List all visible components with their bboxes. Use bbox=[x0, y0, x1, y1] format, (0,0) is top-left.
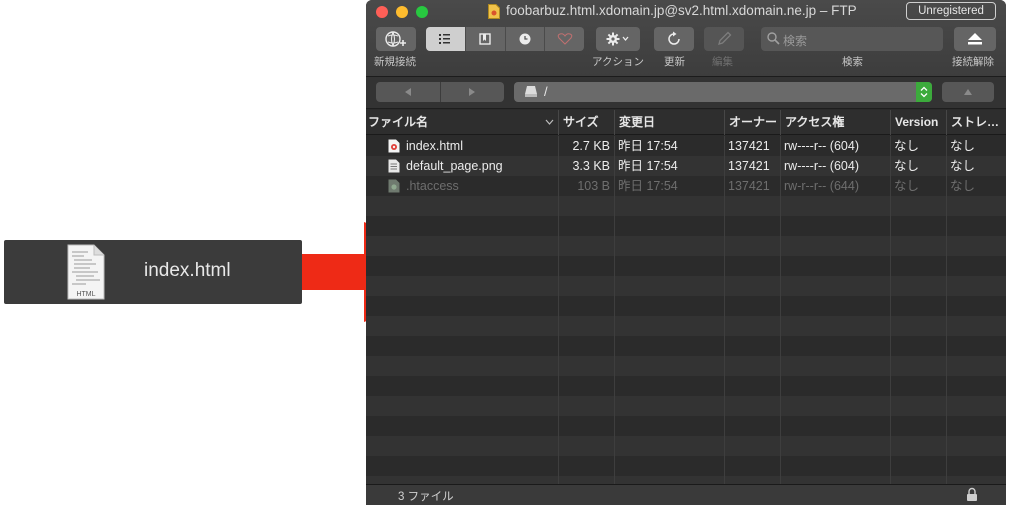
dragged-file[interactable]: HTML index.html bbox=[4, 240, 302, 304]
close-window-button[interactable] bbox=[376, 6, 388, 18]
zoom-window-button[interactable] bbox=[416, 6, 428, 18]
column-header-name-label: ファイル名 bbox=[368, 115, 429, 129]
pencil-icon bbox=[718, 31, 732, 45]
file-owner: 137421 bbox=[728, 159, 770, 173]
file-size: 103 B bbox=[577, 179, 610, 193]
file-name: .htaccess bbox=[406, 179, 459, 193]
file-size: 3.3 KB bbox=[572, 159, 610, 173]
titlebar: foobarbuz.html.xdomain.jp@sv2.html.xdoma… bbox=[366, 0, 1006, 77]
file-name: default_page.png bbox=[406, 159, 503, 173]
current-path: / bbox=[544, 84, 548, 99]
bookmarks-button[interactable] bbox=[466, 27, 506, 51]
search-label: 検索 bbox=[842, 56, 863, 68]
minimize-window-button[interactable] bbox=[396, 6, 408, 18]
file-modified: 昨日 17:54 bbox=[618, 159, 678, 173]
hidden-file-icon bbox=[388, 179, 400, 193]
refresh-label: 更新 bbox=[664, 56, 685, 68]
server-disk-icon bbox=[525, 86, 537, 97]
refresh-icon bbox=[668, 31, 680, 45]
file-version: なし bbox=[894, 139, 920, 153]
file-owner: 137421 bbox=[728, 139, 770, 153]
clock-icon bbox=[519, 33, 531, 45]
globe-plus-icon bbox=[385, 31, 406, 47]
file-version: なし bbox=[894, 179, 920, 193]
disconnect-button[interactable] bbox=[954, 27, 996, 51]
icon-caption: HTML bbox=[76, 291, 95, 298]
back-arrow-icon bbox=[404, 88, 411, 96]
search-placeholder: 検索 bbox=[783, 34, 808, 48]
back-button[interactable] bbox=[376, 82, 440, 102]
history-button[interactable] bbox=[506, 27, 546, 51]
column-header-storage[interactable]: ストレ… bbox=[946, 110, 1006, 135]
file-list-view-button[interactable] bbox=[426, 27, 466, 51]
file-permissions: rw----r-- (604) bbox=[784, 159, 859, 173]
path-dropdown-toggle[interactable] bbox=[916, 82, 932, 102]
table-row[interactable]: index.html 2.7 KB 昨日 17:54 137421 rw----… bbox=[366, 136, 1006, 156]
table-row[interactable]: default_page.png 3.3 KB 昨日 17:54 137421 … bbox=[366, 156, 1006, 176]
eject-icon bbox=[968, 33, 982, 45]
view-mode-segment bbox=[426, 27, 584, 51]
column-header-name[interactable]: ファイル名 bbox=[366, 110, 558, 135]
file-storage: なし bbox=[950, 179, 976, 193]
action-label: アクション bbox=[592, 56, 644, 68]
file-owner: 137421 bbox=[728, 179, 770, 193]
file-count: 3 ファイル bbox=[398, 491, 454, 503]
search-icon bbox=[767, 32, 780, 45]
up-arrow-icon bbox=[964, 89, 972, 95]
refresh-button[interactable] bbox=[654, 27, 694, 51]
gear-icon bbox=[606, 32, 629, 46]
edit-button[interactable] bbox=[704, 27, 744, 51]
path-select[interactable]: / bbox=[514, 82, 932, 102]
forward-arrow-icon bbox=[469, 88, 476, 96]
file-list: index.html 2.7 KB 昨日 17:54 137421 rw----… bbox=[366, 136, 1006, 484]
edit-label: 編集 bbox=[712, 56, 733, 68]
lock-icon[interactable] bbox=[966, 487, 978, 502]
chevron-down-icon bbox=[545, 119, 554, 125]
html-document-icon: HTML bbox=[67, 244, 105, 300]
unregistered-badge[interactable]: Unregistered bbox=[906, 2, 996, 20]
search-field[interactable]: 検索 bbox=[761, 27, 943, 51]
list-view-icon bbox=[439, 34, 451, 44]
heart-icon bbox=[557, 33, 572, 45]
dragged-file-name: index.html bbox=[144, 260, 231, 281]
path-bar: / bbox=[366, 77, 1006, 109]
file-table-header: ファイル名 サイズ 変更日 オーナー アクセス権 Version ストレ… bbox=[366, 110, 1006, 135]
html-file-icon bbox=[388, 139, 400, 153]
chevron-updown-icon bbox=[920, 86, 928, 98]
parent-folder-button[interactable] bbox=[942, 82, 994, 102]
image-file-icon bbox=[388, 159, 400, 173]
history-navigation bbox=[376, 82, 504, 102]
column-header-modified[interactable]: 変更日 bbox=[614, 110, 724, 135]
column-header-version[interactable]: Version bbox=[890, 110, 946, 135]
column-header-permissions[interactable]: アクセス権 bbox=[780, 110, 890, 135]
file-modified: 昨日 17:54 bbox=[618, 139, 678, 153]
file-name: index.html bbox=[406, 139, 463, 153]
file-storage: なし bbox=[950, 159, 976, 173]
document-icon bbox=[488, 4, 500, 19]
file-permissions: rw-r--r-- (644) bbox=[784, 179, 859, 193]
file-storage: なし bbox=[950, 139, 976, 153]
column-header-owner[interactable]: オーナー bbox=[724, 110, 780, 135]
new-connection-button[interactable] bbox=[376, 27, 416, 51]
column-header-size[interactable]: サイズ bbox=[558, 110, 614, 135]
status-bar: 3 ファイル bbox=[366, 484, 1006, 505]
file-size: 2.7 KB bbox=[572, 139, 610, 153]
file-permissions: rw----r-- (604) bbox=[784, 139, 859, 153]
new-connection-label: 新規接続 bbox=[374, 56, 416, 68]
file-modified: 昨日 17:54 bbox=[618, 179, 678, 193]
file-version: なし bbox=[894, 159, 920, 173]
table-row[interactable]: .htaccess 103 B 昨日 17:54 137421 rw-r--r-… bbox=[366, 176, 1006, 196]
action-button[interactable] bbox=[596, 27, 640, 51]
forward-button[interactable] bbox=[439, 82, 504, 102]
ftp-window: foobarbuz.html.xdomain.jp@sv2.html.xdoma… bbox=[366, 0, 1006, 505]
bookmark-icon bbox=[479, 33, 491, 45]
disconnect-label: 接続解除 bbox=[952, 56, 994, 68]
window-title: foobarbuz.html.xdomain.jp@sv2.html.xdoma… bbox=[506, 3, 857, 18]
bonjour-button[interactable] bbox=[545, 27, 584, 51]
